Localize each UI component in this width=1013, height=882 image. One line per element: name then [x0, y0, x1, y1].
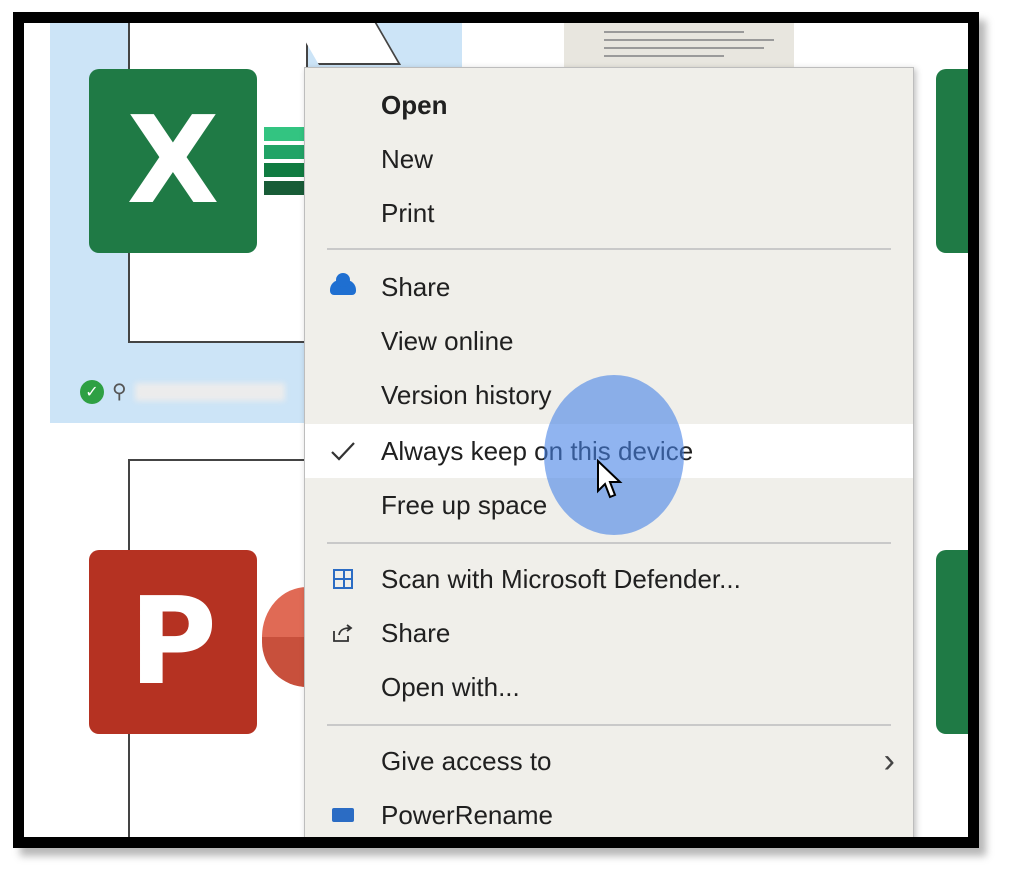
document-thumbnail[interactable] — [564, 23, 794, 67]
screenshot-frame: X ✓ ⚲ P Open New Print Share View online… — [13, 12, 979, 848]
redacted-file-name — [134, 382, 285, 401]
menu-item-open[interactable]: Open — [305, 78, 913, 132]
menu-item-open-with[interactable]: Open with... — [305, 660, 913, 714]
menu-item-print[interactable]: Print — [305, 186, 913, 240]
menu-item-version-history[interactable]: Version history — [305, 368, 913, 422]
onedrive-cloud-icon — [330, 272, 356, 295]
menu-separator — [327, 542, 891, 544]
menu-item-always-keep[interactable]: Always keep on this device — [305, 424, 913, 478]
checkmark-icon — [305, 440, 381, 462]
powerpoint-icon: P — [89, 550, 257, 734]
menu-item-view-online[interactable]: View online — [305, 314, 913, 368]
chevron-right-icon: › — [883, 741, 895, 780]
person-icon: ⚲ — [112, 381, 127, 403]
menu-item-new[interactable]: New — [305, 132, 913, 186]
menu-item-share-onedrive[interactable]: Share — [305, 260, 913, 314]
menu-item-give-access[interactable]: Give access to › — [305, 734, 913, 788]
powerrename-icon — [332, 808, 354, 822]
menu-item-share[interactable]: Share — [305, 606, 913, 660]
context-menu: Open New Print Share View online Version… — [304, 67, 914, 837]
file-status-row: ✓ ⚲ — [80, 379, 285, 404]
excel-icon: X — [89, 69, 257, 253]
excel-icon-partial[interactable] — [936, 550, 968, 734]
excel-icon-partial[interactable] — [936, 69, 968, 253]
defender-icon — [333, 569, 353, 589]
menu-separator — [327, 724, 891, 726]
menu-separator — [327, 248, 891, 250]
share-icon — [305, 623, 381, 643]
menu-item-scan-defender[interactable]: Scan with Microsoft Defender... — [305, 552, 913, 606]
sync-check-icon: ✓ — [80, 379, 104, 404]
menu-item-powerrename[interactable]: PowerRename — [305, 788, 913, 837]
menu-item-free-up-space[interactable]: Free up space — [305, 478, 913, 532]
